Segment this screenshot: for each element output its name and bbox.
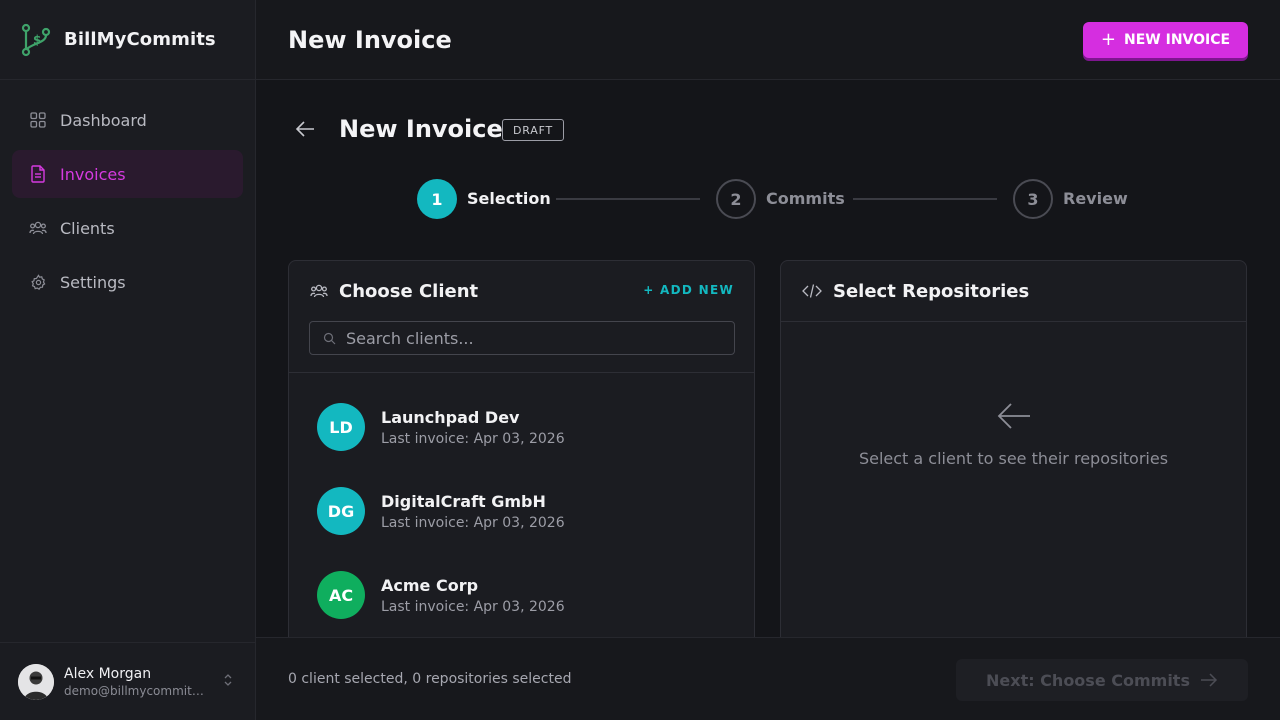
plus-icon: + <box>1100 29 1117 50</box>
arrow-right-icon <box>1200 673 1218 687</box>
sidebar-item-label: Settings <box>60 272 126 292</box>
gear-icon <box>29 273 47 291</box>
client-list: LD Launchpad Dev Last invoice: Apr 03, 2… <box>289 385 754 637</box>
main-content: New Invoice DRAFT 1 Selection 2 Commits … <box>256 80 1280 637</box>
client-name: Acme Corp <box>381 575 479 595</box>
panel-title: Choose Client <box>339 280 479 302</box>
step-3-label: Review <box>1063 189 1128 208</box>
client-name: Launchpad Dev <box>381 407 520 427</box>
sidebar-nav: Dashboard Invoices Clients Settings <box>0 80 255 306</box>
select-repositories-panel: Select Repositories Select a client to s… <box>780 260 1247 637</box>
sidebar-item-invoices[interactable]: Invoices <box>12 150 243 198</box>
client-info: Launchpad Dev Last invoice: Apr 03, 2026 <box>381 408 565 447</box>
app-name: BillMyCommits <box>64 29 216 50</box>
client-name: DigitalCraft GmbH <box>381 491 546 511</box>
sidebar-item-label: Invoices <box>60 164 126 184</box>
client-avatar: LD <box>317 403 365 451</box>
users-icon <box>29 219 47 237</box>
footer-bar: 0 client selected, 0 repositories select… <box>256 637 1280 720</box>
back-arrow-icon[interactable] <box>294 118 316 144</box>
sidebar-item-clients[interactable]: Clients <box>12 204 243 252</box>
new-invoice-button[interactable]: + NEW INVOICE <box>1083 22 1248 58</box>
brand[interactable]: $ BillMyCommits <box>0 0 255 80</box>
code-icon <box>802 283 822 299</box>
logo-icon: $ <box>21 23 51 57</box>
choose-client-panel: Choose Client + ADD NEW LD Launchpad Dev… <box>288 260 755 637</box>
add-new-client-button[interactable]: + ADD NEW <box>643 283 734 297</box>
sidebar-item-settings[interactable]: Settings <box>12 258 243 306</box>
client-row-launchpad-dev[interactable]: LD Launchpad Dev Last invoice: Apr 03, 2… <box>289 385 754 469</box>
sidebar-item-label: Clients <box>60 218 115 238</box>
client-last-invoice: Last invoice: Apr 03, 2026 <box>381 430 565 447</box>
next-choose-commits-button[interactable]: Next: Choose Commits <box>956 659 1248 701</box>
sidebar-item-dashboard[interactable]: Dashboard <box>12 96 243 144</box>
user-info: Alex Morgan demo@billmycommits.... <box>64 666 209 698</box>
search-icon <box>323 332 336 345</box>
step-1-circle: 1 <box>417 179 457 219</box>
step-1-label: Selection <box>467 189 551 208</box>
empty-state: Select a client to see their repositorie… <box>781 401 1246 468</box>
selection-status: 0 client selected, 0 repositories select… <box>288 671 572 687</box>
user-email: demo@billmycommits.... <box>64 683 209 698</box>
arrow-left-icon <box>781 401 1246 431</box>
avatar <box>18 663 54 700</box>
top-bar: New Invoice + NEW INVOICE <box>256 0 1280 80</box>
panel-header: Select Repositories <box>781 261 1246 321</box>
step-connector <box>556 198 700 200</box>
grid-icon <box>29 111 47 129</box>
panel-title: Select Repositories <box>833 280 1030 302</box>
client-search <box>309 321 735 355</box>
svg-text:$: $ <box>33 33 41 47</box>
client-avatar: DG <box>317 487 365 535</box>
sidebar-item-label: Dashboard <box>60 110 147 130</box>
user-name: Alex Morgan <box>64 665 152 682</box>
step-connector <box>853 198 997 200</box>
next-button-label: Next: Choose Commits <box>986 670 1190 690</box>
invoice-title: New Invoice <box>339 115 503 143</box>
client-row-acme-corp[interactable]: AC Acme Corp Last invoice: Apr 03, 2026 <box>289 553 754 637</box>
search-input[interactable] <box>346 328 716 348</box>
divider <box>289 372 754 373</box>
user-menu[interactable]: Alex Morgan demo@billmycommits.... <box>0 642 256 720</box>
document-icon <box>29 165 47 183</box>
page-title: New Invoice <box>288 26 452 54</box>
client-row-digitalcraft[interactable]: DG DigitalCraft GmbH Last invoice: Apr 0… <box>289 469 754 553</box>
divider <box>781 321 1246 322</box>
new-invoice-label: NEW INVOICE <box>1124 32 1231 48</box>
stepper: 1 Selection 2 Commits 3 Review <box>417 179 1137 219</box>
client-last-invoice: Last invoice: Apr 03, 2026 <box>381 514 565 531</box>
status-badge: DRAFT <box>502 119 565 141</box>
users-icon <box>310 283 328 299</box>
step-3-circle: 3 <box>1013 179 1053 219</box>
client-last-invoice: Last invoice: Apr 03, 2026 <box>381 598 565 615</box>
step-2-label: Commits <box>766 189 845 208</box>
client-avatar: AC <box>317 571 365 619</box>
chevron-updown-icon[interactable] <box>223 672 233 691</box>
empty-state-text: Select a client to see their repositorie… <box>858 449 1169 468</box>
step-2-circle: 2 <box>716 179 756 219</box>
client-info: Acme Corp Last invoice: Apr 03, 2026 <box>381 576 565 615</box>
sidebar: $ BillMyCommits Dashboard Invoices Clien… <box>0 0 256 720</box>
client-info: DigitalCraft GmbH Last invoice: Apr 03, … <box>381 492 565 531</box>
